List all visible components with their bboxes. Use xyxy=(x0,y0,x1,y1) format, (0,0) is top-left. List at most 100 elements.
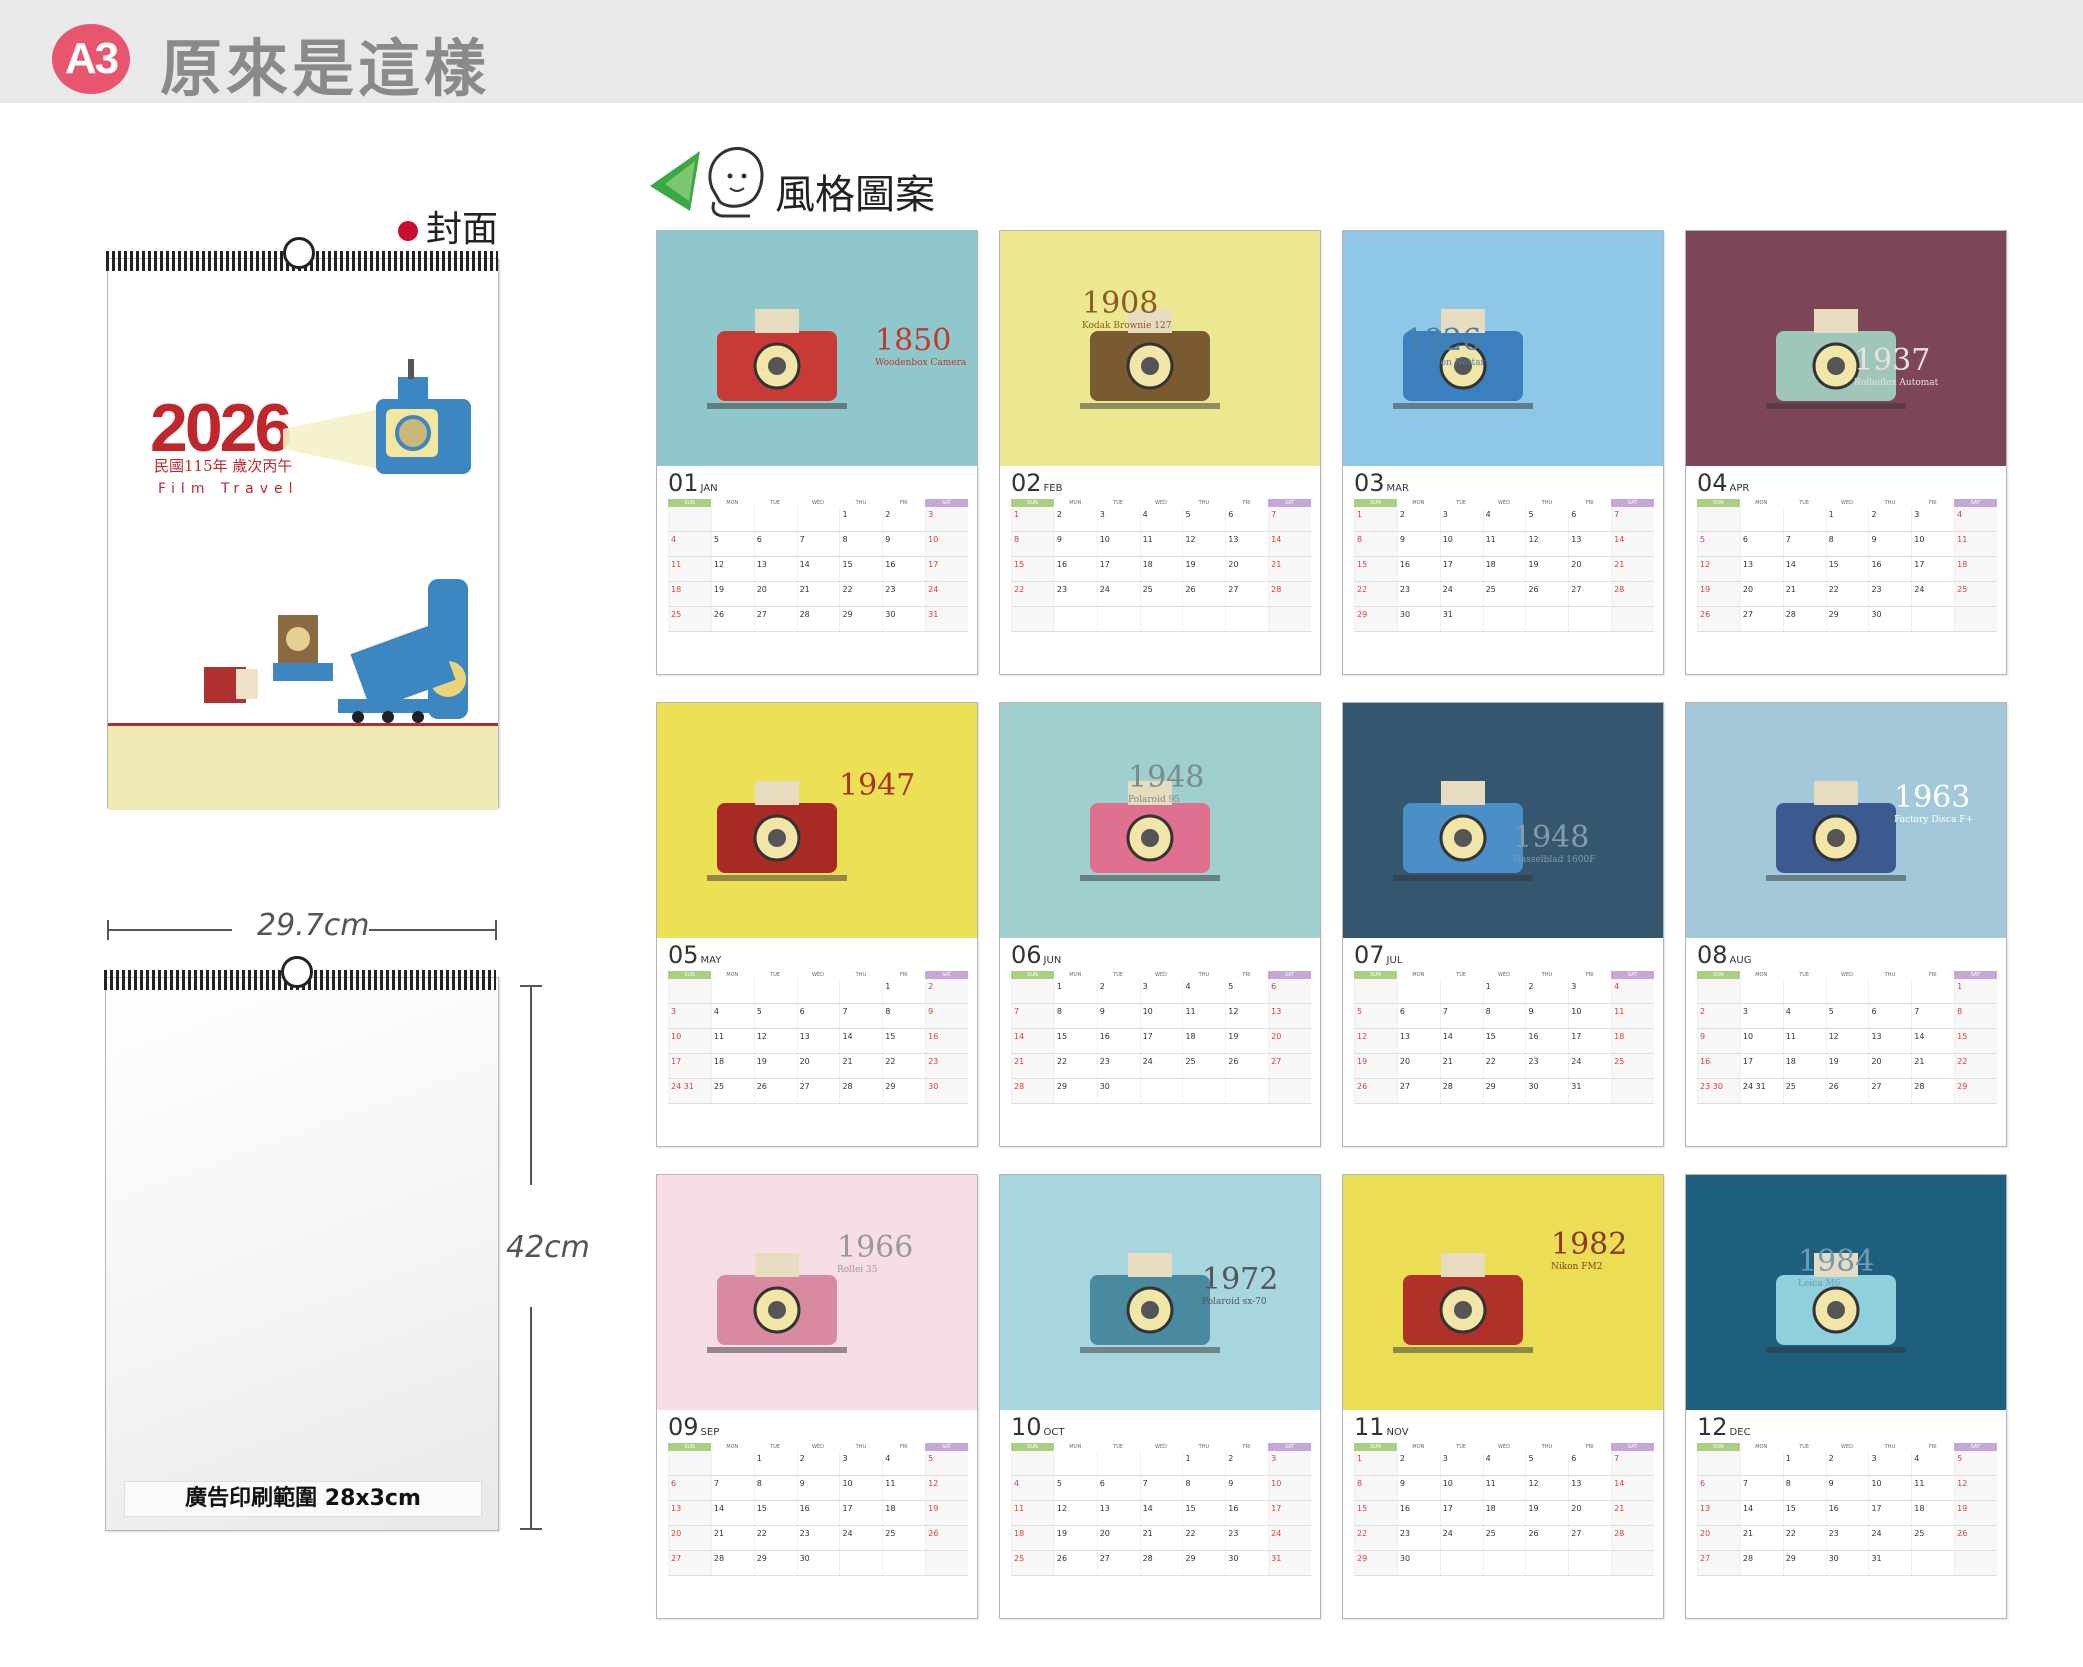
calendar-day: 20 xyxy=(1868,1054,1911,1078)
month-number: 08 xyxy=(1697,941,1728,969)
calendar-day: 27 xyxy=(668,1551,711,1575)
calendar-day: 24 xyxy=(1868,1526,1911,1550)
weekday-label: FRI xyxy=(899,1444,908,1450)
calendar-day: 2 xyxy=(882,507,925,531)
month-illustration: 1926 Zeiss Ikon Nettar xyxy=(1343,231,1663,466)
calendar-day: 9 xyxy=(1396,532,1440,556)
weekday-label: SUN xyxy=(668,971,711,979)
calendar-day: 28 xyxy=(1739,1551,1783,1575)
calendar-day: 23 30 xyxy=(1697,1079,1740,1103)
calendar-day: 17 xyxy=(668,1054,711,1078)
month-number: 07 xyxy=(1354,941,1385,969)
month-header: 01 JAN xyxy=(668,469,718,497)
month-abbr: FEB xyxy=(1043,483,1063,494)
calendar-day xyxy=(796,979,840,1003)
calendar-day xyxy=(1096,607,1140,631)
month-illustration: 1948 Hasselblad 1600F xyxy=(1343,703,1663,938)
cover-sheet: 2026 民國115年 歲次丙午 Film Travel xyxy=(106,237,499,810)
calendar-day: 22 xyxy=(1782,1526,1826,1550)
weekday-label: SAT xyxy=(925,499,969,507)
calendar-day: 5 xyxy=(1225,979,1268,1003)
weekday-label: FRI xyxy=(1928,1444,1937,1450)
calendar-day: 4 xyxy=(882,1451,925,1475)
calendar-day: 3 xyxy=(1268,1451,1312,1475)
year-label: 1948 xyxy=(1128,760,1205,795)
calendar-day: 21 xyxy=(1439,1054,1483,1078)
calendar-day xyxy=(1139,1079,1183,1103)
calendar-week-row: 23 30 24 31 25 26 27 28 29 xyxy=(1697,1079,1998,1104)
calendar-day: 22 xyxy=(1354,582,1397,606)
weekday-label: MON xyxy=(726,500,739,506)
model-label: Leica M6 xyxy=(1798,1279,1841,1289)
year-label: 1966 xyxy=(837,1230,914,1265)
calendar-day: 18 xyxy=(1954,557,1998,581)
calendar-week-row: 20 21 22 23 24 25 26 xyxy=(668,1526,969,1551)
weekday-label: WED xyxy=(1498,500,1510,506)
calendar-day: 13 xyxy=(1868,1029,1911,1053)
calendar-day: 5 xyxy=(1954,1451,1998,1475)
calendar-day: 19 xyxy=(1225,1029,1268,1053)
weekday-row: SUN MON TUE WED THU FRI SAT xyxy=(1011,499,1312,507)
calendar-day: 6 xyxy=(1396,1004,1440,1028)
weekday-row: SUN MON TUE WED THU FRI SAT xyxy=(1697,971,1998,979)
calendar-week-row: 3456789 xyxy=(668,1004,969,1029)
calendar-day: 27 xyxy=(1739,607,1783,631)
calendar-day: 11 xyxy=(1182,1004,1225,1028)
calendar-day: 25 xyxy=(882,1526,925,1550)
calendar-day: 11 xyxy=(1782,1029,1826,1053)
calendar-day: 27 xyxy=(1225,582,1268,606)
calendar-day: 2 xyxy=(1396,1451,1440,1475)
calendar-week-row: 27 28 29 30 xyxy=(668,1551,969,1576)
month-card: 1963 Factory Disca F+ 08 AUG SUN MON TUE WED THU… xyxy=(1685,702,2007,1147)
calendar-day: 13 xyxy=(1568,532,1611,556)
calendar-day: 31 xyxy=(1568,1079,1611,1103)
calendar-day: 26 xyxy=(1354,1079,1397,1103)
calendar-day xyxy=(1739,1451,1783,1475)
calendar-day: 9 xyxy=(1396,1476,1440,1500)
calendar-day: 2 xyxy=(1053,507,1097,531)
calendar-week-row: 1234567 xyxy=(1354,1451,1655,1476)
calendar-day: 15 xyxy=(1825,557,1869,581)
calendar-week-row: 4 5 6 7 8 9 10 xyxy=(1011,1476,1312,1501)
year-label: 1850 xyxy=(875,323,952,358)
model-label: Rollei 35 xyxy=(837,1265,878,1275)
calendar-day: 8 xyxy=(1954,1004,1998,1028)
weekday-label: THU xyxy=(855,500,867,506)
weekday-label: SUN xyxy=(668,499,711,507)
month-header: 02 FEB xyxy=(1011,469,1062,497)
calendar-day xyxy=(1011,979,1054,1003)
camera-illustration xyxy=(1080,781,1220,881)
calendar-day: 14 xyxy=(1611,1476,1655,1500)
calendar-day: 13 xyxy=(1225,532,1268,556)
calendar-day: 14 xyxy=(1611,532,1655,556)
calendar-day xyxy=(1697,507,1740,531)
calendar-day: 17 xyxy=(1139,1029,1183,1053)
camera-illustration xyxy=(1393,309,1533,409)
calendar-day xyxy=(753,979,797,1003)
calendar-day: 6 xyxy=(753,532,797,556)
calendar-day: 26 xyxy=(1525,1526,1568,1550)
calendar-week-row: 22 23 24 25 26 27 28 xyxy=(1354,1526,1655,1551)
year-label: 1948 xyxy=(1513,820,1590,855)
calendar-day: 12 xyxy=(1825,1029,1869,1053)
calendar-day: 22 xyxy=(1954,1054,1998,1078)
calendar-day: 25 xyxy=(1482,582,1526,606)
calendar-day: 13 xyxy=(1697,1501,1740,1525)
calendar-day: 11 xyxy=(1482,532,1526,556)
year-label: 1963 xyxy=(1894,780,1971,815)
month-abbr: MAR xyxy=(1386,483,1409,494)
calendar-day: 2 xyxy=(1825,1451,1869,1475)
calendar-day xyxy=(882,1551,925,1575)
calendar-day xyxy=(1011,607,1054,631)
calendar-week-row: 29 30 xyxy=(1354,1551,1655,1576)
weekday-label: FRI xyxy=(1242,500,1251,506)
calendar-day: 24 31 xyxy=(668,1079,711,1103)
calendar-week-row: 5 6 7 8 9 10 11 xyxy=(1354,1004,1655,1029)
weekday-label: SUN xyxy=(1697,1443,1740,1451)
weekday-label: MON xyxy=(1412,972,1425,978)
calendar-day: 26 xyxy=(1053,1551,1097,1575)
calendar-day: 6 xyxy=(668,1476,711,1500)
weekday-row: SUN MON TUE WED THU FRI SAT xyxy=(668,971,969,979)
calendar-day: 24 xyxy=(1439,1526,1483,1550)
calendar-day: 4 xyxy=(1954,507,1998,531)
